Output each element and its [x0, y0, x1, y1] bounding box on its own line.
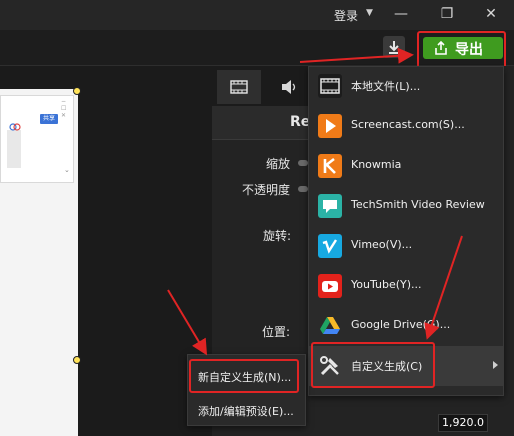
export-menu-item-label: Knowmia: [351, 158, 402, 171]
opacity-label: 不透明度: [242, 183, 291, 197]
submenu-item-new-custom-production[interactable]: 新自定义生成(N)...: [198, 369, 291, 385]
maximize-icon[interactable]: ❐: [436, 4, 458, 24]
export-menu-item-youtube[interactable]: YouTube(Y)...: [308, 266, 504, 306]
mini-chevron-icon: ⌄: [64, 166, 70, 174]
login-dropdown-caret-icon[interactable]: ▼: [366, 8, 373, 18]
download-icon: [389, 41, 399, 54]
mini-window-controls: − ☐ ✕: [61, 98, 67, 119]
export-menu-item-label: Screencast.com(S)...: [351, 118, 465, 131]
export-menu-item-vimeo[interactable]: Vimeo(V)...: [308, 226, 504, 266]
export-menu-item-label: Vimeo(V)...: [351, 238, 413, 251]
scale-slider[interactable]: [298, 160, 308, 166]
screencast-icon: [318, 114, 342, 138]
export-button[interactable]: 导出: [423, 37, 503, 59]
tab-audio-properties[interactable]: [274, 70, 304, 104]
properties-header: Re: [212, 106, 310, 140]
rotation-label: 旋转:: [263, 229, 292, 243]
width-value-field[interactable]: 1,920.0: [438, 414, 488, 432]
download-button[interactable]: [383, 36, 405, 58]
mini-share-button: 共享: [40, 114, 59, 124]
export-menu-item-custom-production[interactable]: 自定义生成(C): [308, 346, 504, 386]
export-menu-item-google-drive[interactable]: Google Drive(G)...: [308, 306, 504, 346]
video-review-icon: [318, 194, 342, 218]
export-menu-item-label: YouTube(Y)...: [351, 278, 422, 291]
export-menu-item-label: TechSmith Video Review: [351, 198, 485, 211]
close-icon[interactable]: ✕: [480, 4, 502, 24]
export-menu-item-screencast[interactable]: Screencast.com(S)...: [308, 106, 504, 146]
scale-label: 缩放: [266, 157, 291, 171]
knowmia-icon: [318, 154, 342, 178]
preview-window-thumbnail: − ☐ ✕ 共享 ⌄: [0, 95, 74, 183]
export-menu-item-label: Google Drive(G)...: [351, 318, 451, 331]
resize-handle-middle[interactable]: [73, 356, 81, 364]
resize-handle-top[interactable]: [73, 87, 81, 95]
submenu-arrow-icon: [493, 361, 498, 369]
google-drive-icon: [318, 314, 342, 338]
opacity-slider[interactable]: [298, 186, 308, 192]
speaker-icon: [282, 80, 296, 94]
mini-logo-icon: [9, 123, 21, 131]
blurred-content: [7, 130, 21, 168]
export-menu-item-video-review[interactable]: TechSmith Video Review: [308, 186, 504, 226]
export-menu-item-local-file[interactable]: 本地文件(L)...: [308, 66, 504, 106]
share-upload-icon: [435, 40, 447, 55]
login-button[interactable]: 登录: [334, 7, 358, 24]
minimize-icon[interactable]: —: [390, 4, 412, 24]
export-menu-item-label: 自定义生成(C): [351, 360, 423, 373]
position-label: 位置:: [262, 325, 291, 339]
export-button-label: 导出: [455, 42, 483, 58]
film-icon: [318, 74, 342, 98]
vimeo-icon: [318, 234, 342, 258]
tools-icon: [318, 354, 342, 378]
export-menu-item-knowmia[interactable]: Knowmia: [308, 146, 504, 186]
export-menu-item-label: 本地文件(L)...: [351, 80, 421, 93]
submenu-item-edit-presets[interactable]: 添加/编辑预设(E)...: [198, 403, 294, 419]
youtube-icon: [318, 274, 342, 298]
film-strip-icon: [230, 80, 248, 94]
tab-visual-properties[interactable]: [217, 70, 261, 104]
